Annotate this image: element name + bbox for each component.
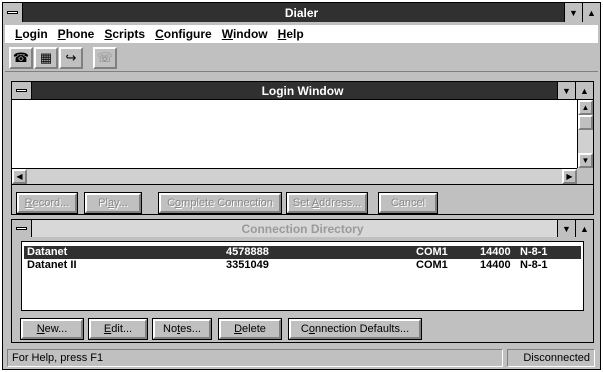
- menu-window[interactable]: Window: [222, 27, 268, 41]
- directory-dial-icon[interactable]: ▦: [34, 47, 58, 69]
- login-window: Login Window ▼ ▲ ▲ ▼ ◀ ▶ Record... Play.…: [11, 81, 594, 215]
- set-address-button[interactable]: Set Address...: [286, 192, 368, 214]
- maximize-icon[interactable]: ▲: [582, 3, 600, 22]
- status-connection: Disconnected: [507, 349, 595, 367]
- login-vertical-scrollbar[interactable]: ▲ ▼: [577, 100, 593, 168]
- connection-defaults-button[interactable]: Connection Defaults...: [288, 318, 422, 340]
- login-system-menu-icon[interactable]: [12, 82, 32, 99]
- scroll-thumb[interactable]: [578, 115, 593, 130]
- minimize-icon[interactable]: ▼: [564, 3, 582, 22]
- scroll-left-icon[interactable]: ◀: [12, 169, 27, 184]
- cancel-button[interactable]: Cancel: [378, 192, 438, 214]
- list-item[interactable]: Datanet II 3351049 COM1 14400 N-8-1: [24, 259, 581, 272]
- menu-configure[interactable]: Configure: [155, 27, 212, 41]
- system-menu-icon[interactable]: [3, 3, 23, 22]
- login-window-title-bar[interactable]: Login Window ▼ ▲: [12, 82, 593, 99]
- edit-button[interactable]: Edit...: [88, 318, 148, 340]
- toolbar: ☎ ▦ ↪ ☏: [5, 44, 598, 72]
- scroll-corner: [577, 168, 593, 184]
- scroll-right-icon[interactable]: ▶: [562, 169, 577, 184]
- menu-phone[interactable]: Phone: [58, 27, 95, 41]
- menu-login[interactable]: Login: [15, 27, 48, 41]
- title-bar[interactable]: Dialer ▼ ▲: [3, 3, 600, 22]
- play-button[interactable]: Play...: [84, 192, 142, 214]
- menu-scripts[interactable]: Scripts: [104, 27, 145, 41]
- login-terminal[interactable]: ▲ ▼ ◀ ▶: [11, 99, 594, 185]
- scroll-up-icon[interactable]: ▲: [578, 100, 593, 115]
- login-minimize-icon[interactable]: ▼: [557, 82, 575, 99]
- login-horizontal-scrollbar[interactable]: ◀ ▶: [12, 168, 577, 184]
- directory-minimize-icon[interactable]: ▼: [557, 220, 575, 237]
- dial-icon[interactable]: ☎: [9, 47, 33, 69]
- directory-title: Connection Directory: [241, 221, 364, 236]
- directory-system-menu-icon[interactable]: [12, 220, 32, 237]
- dialer-window: Dialer ▼ ▲ Login Phone Scripts Configure…: [2, 2, 601, 370]
- redial-icon[interactable]: ↪: [59, 47, 83, 69]
- login-maximize-icon[interactable]: ▲: [575, 82, 593, 99]
- new-button[interactable]: New...: [20, 318, 84, 340]
- directory-title-bar[interactable]: Connection Directory ▼ ▲: [12, 220, 593, 237]
- delete-button[interactable]: Delete: [218, 318, 282, 340]
- status-help: For Help, press F1: [7, 349, 503, 367]
- window-title: Dialer: [284, 5, 319, 20]
- record-button[interactable]: Record...: [16, 192, 78, 214]
- login-window-title: Login Window: [261, 83, 344, 98]
- menu-help[interactable]: Help: [278, 27, 304, 41]
- directory-maximize-icon[interactable]: ▲: [575, 220, 593, 237]
- complete-connection-button[interactable]: Complete Connection: [158, 192, 282, 214]
- notes-button[interactable]: Notes...: [152, 318, 212, 340]
- scroll-down-icon[interactable]: ▼: [578, 153, 593, 168]
- menu-bar: Login Phone Scripts Configure Window Hel…: [5, 25, 598, 43]
- list-item[interactable]: Datanet 4578888 COM1 14400 N-8-1: [24, 246, 581, 259]
- connection-directory-window: Connection Directory ▼ ▲ Datanet 4578888…: [11, 219, 594, 343]
- hangup-icon[interactable]: ☏: [93, 47, 117, 69]
- connection-list[interactable]: Datanet 4578888 COM1 14400 N-8-1 Datanet…: [21, 241, 584, 311]
